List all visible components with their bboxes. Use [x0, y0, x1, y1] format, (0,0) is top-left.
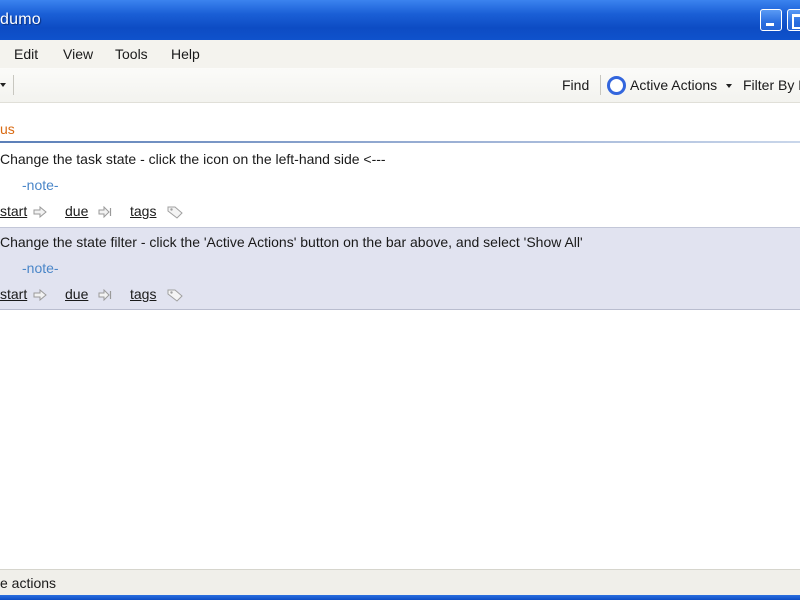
window-title: dumo — [0, 11, 41, 28]
title-bar[interactable]: dumo — [0, 0, 800, 41]
active-actions-label: Active Actions — [630, 77, 718, 93]
task-row[interactable]: Change the task state - click the icon o… — [0, 145, 800, 228]
status-text: e actions — [0, 575, 57, 591]
section-divider — [0, 141, 800, 143]
due-arrow-icon[interactable] — [98, 206, 112, 218]
start-field[interactable]: start — [0, 203, 27, 219]
task-name[interactable]: Change the state filter - click the 'Act… — [0, 234, 583, 250]
due-field[interactable]: due — [65, 286, 88, 302]
menu-tools[interactable]: Tools — [115, 46, 148, 62]
tags-field[interactable]: tags — [130, 286, 156, 302]
chevron-down-icon — [726, 84, 732, 88]
toolbar-separator — [600, 75, 601, 95]
section-title: us — [0, 121, 15, 137]
minimize-button[interactable] — [760, 9, 782, 31]
toolbar: Find Active Actions Filter By D — [0, 68, 800, 103]
task-note[interactable]: -note- — [22, 177, 59, 193]
dropdown-arrow-icon[interactable] — [0, 83, 6, 87]
start-field[interactable]: start — [0, 286, 27, 302]
toolbar-separator — [13, 75, 14, 95]
window-frame-bottom — [0, 595, 800, 600]
tag-icon[interactable] — [167, 288, 184, 302]
arrow-right-icon[interactable] — [33, 289, 47, 301]
maximize-button[interactable] — [787, 9, 800, 31]
menu-edit[interactable]: Edit — [14, 46, 38, 62]
task-list: us Change the task state - click the ico… — [0, 103, 800, 569]
find-button[interactable]: Find — [562, 77, 589, 93]
due-arrow-icon[interactable] — [98, 289, 112, 301]
menu-bar: Edit View Tools Help — [0, 40, 800, 68]
filter-by-button[interactable]: Filter By D — [743, 77, 800, 93]
tag-icon[interactable] — [167, 205, 184, 219]
task-row[interactable]: Change the state filter - click the 'Act… — [0, 227, 800, 310]
menu-view[interactable]: View — [63, 46, 93, 62]
task-name[interactable]: Change the task state - click the icon o… — [0, 151, 386, 167]
arrow-right-icon[interactable] — [33, 206, 47, 218]
tags-field[interactable]: tags — [130, 203, 156, 219]
menu-help[interactable]: Help — [171, 46, 200, 62]
task-note[interactable]: -note- — [22, 260, 59, 276]
ring-icon — [607, 76, 626, 95]
due-field[interactable]: due — [65, 203, 88, 219]
section-header[interactable]: us — [0, 103, 800, 143]
app-window: dumo Edit View Tools Help Find Active Ac… — [0, 0, 800, 600]
status-bar: e actions — [0, 569, 800, 595]
